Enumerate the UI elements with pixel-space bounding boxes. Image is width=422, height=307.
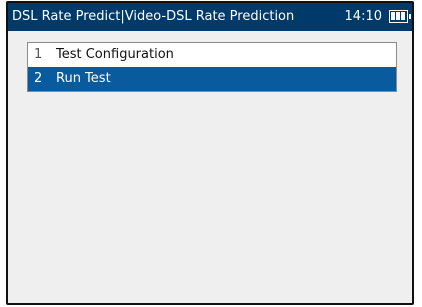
menu-item-number: 2 <box>34 71 43 86</box>
battery-bar <box>396 12 400 20</box>
clock: 14:10 <box>344 9 382 24</box>
menu-item-label: Test Configuration <box>56 47 174 62</box>
title-bar: DSL Rate Predict|Video-DSL Rate Predicti… <box>8 3 412 31</box>
window-title: DSL Rate Predict|Video-DSL Rate Predicti… <box>12 9 295 24</box>
menu-item-run-test[interactable]: 2 Run Test <box>28 67 396 91</box>
battery-bar <box>391 12 395 20</box>
battery-icon <box>389 10 411 23</box>
menu-item-test-configuration[interactable]: 1 Test Configuration <box>28 43 396 67</box>
menu-item-number: 1 <box>34 47 43 62</box>
device-screen: DSL Rate Predict|Video-DSL Rate Predicti… <box>6 1 414 305</box>
test-menu: 1 Test Configuration 2 Run Test <box>27 42 397 92</box>
menu-item-label: Run Test <box>56 71 111 86</box>
battery-bar <box>401 12 405 20</box>
